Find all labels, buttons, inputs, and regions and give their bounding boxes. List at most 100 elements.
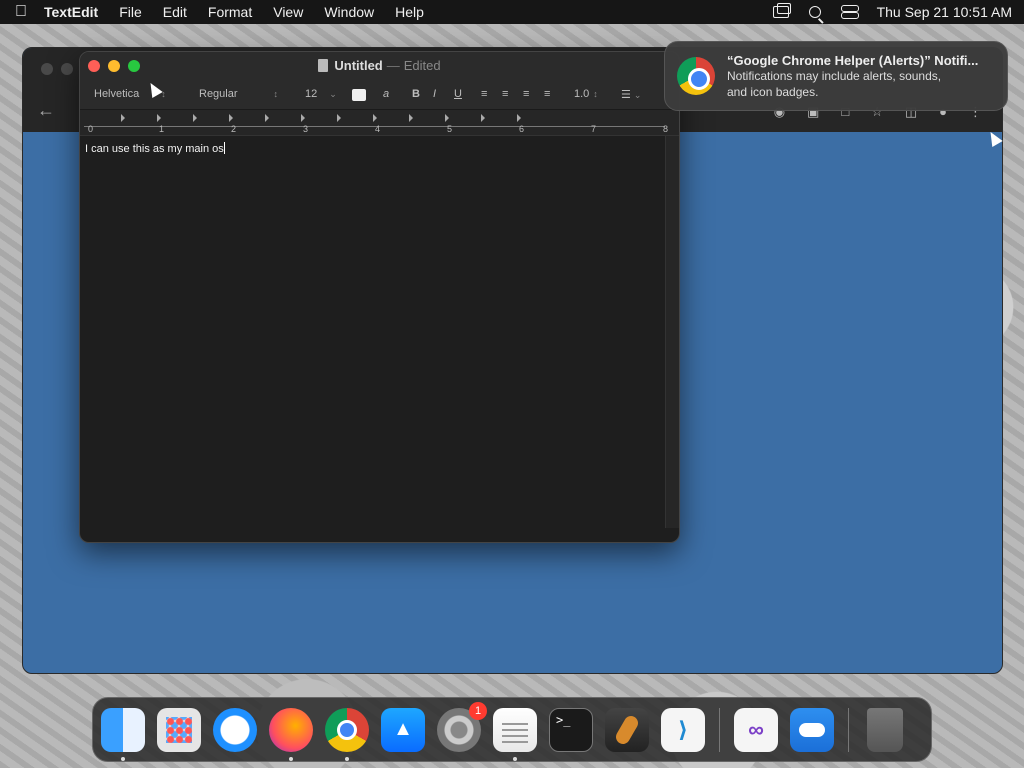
- vscode-glyph: ⟩: [677, 716, 689, 742]
- control-center-icon[interactable]: [840, 5, 859, 19]
- dock-separator: [848, 707, 849, 752]
- screen-mirroring-icon[interactable]: [772, 3, 791, 18]
- tab-stop-marker[interactable]: [337, 114, 341, 122]
- line-spacing-select[interactable]: 1.0 ↕: [574, 88, 598, 100]
- tab-stop-marker[interactable]: [157, 114, 161, 122]
- menu-bar:  TextEdit File Edit Format View Window …: [0, 0, 1024, 24]
- menu-view[interactable]: View: [273, 4, 303, 20]
- align-justify-icon[interactable]: ≡: [544, 88, 550, 100]
- align-right-icon[interactable]: ≡: [523, 88, 529, 100]
- dock: ▲ 1 >_ ⟩ ∞: [92, 697, 932, 762]
- notification-title: “Google Chrome Helper (Alerts)” Notifi..…: [727, 52, 979, 68]
- document-icon: [318, 59, 329, 72]
- text-highlight-button[interactable]: a: [383, 88, 389, 100]
- dock-app-store-icon[interactable]: ▲: [381, 707, 425, 752]
- underline-button[interactable]: U: [454, 88, 462, 100]
- dock-visual-studio-icon[interactable]: ∞: [734, 707, 778, 752]
- chrome-minimize-button[interactable]: [61, 63, 73, 75]
- font-size-chevron-icon: ⌄: [329, 89, 337, 99]
- font-size-value: 12: [305, 88, 318, 100]
- menu-help[interactable]: Help: [395, 4, 424, 20]
- vertical-scrollbar[interactable]: [665, 136, 679, 528]
- tab-stop-marker[interactable]: [445, 114, 449, 122]
- tab-stop-marker[interactable]: [481, 114, 485, 122]
- document-content: I can use this as my main os: [85, 143, 224, 155]
- title-separator: —: [386, 58, 400, 73]
- font-style-chevron-icon: ↕: [273, 89, 279, 99]
- back-arrow-icon[interactable]: ←: [37, 100, 55, 121]
- tab-stop-marker[interactable]: [121, 114, 125, 122]
- textedit-window: Untitled — Edited Helvetica ↕ Regular ↕ 12 ⌄ …: [79, 51, 680, 543]
- dock-weather-icon[interactable]: [790, 707, 834, 752]
- notification-badge: 1: [469, 701, 487, 720]
- align-left-icon[interactable]: ≡: [481, 88, 487, 100]
- list-bullets-icon[interactable]: ☰ ⌄: [621, 88, 641, 101]
- dock-separator: [719, 707, 720, 752]
- italic-button[interactable]: I: [433, 88, 436, 100]
- menu-app-name[interactable]: TextEdit: [44, 4, 98, 20]
- menu-file[interactable]: File: [119, 4, 142, 20]
- bold-button[interactable]: B: [412, 88, 420, 100]
- line-spacing-chevron-icon: ↕: [593, 89, 598, 99]
- ruler-mark: 4: [375, 124, 381, 134]
- menubar-clock[interactable]: Thu Sep 21 10:51 AM: [877, 4, 1012, 20]
- ruler[interactable]: 0 1 2 3 4 5 6 7 8: [80, 110, 679, 136]
- dock-chrome-icon[interactable]: [325, 707, 369, 761]
- font-family-value: Helvetica: [94, 88, 140, 100]
- text-caret: [223, 142, 225, 154]
- dock-vscode-icon[interactable]: ⟩: [661, 707, 705, 752]
- dock-textedit-icon[interactable]: [493, 707, 537, 761]
- notification-text: “Google Chrome Helper (Alerts)” Notifi..…: [727, 53, 978, 100]
- spotlight-search-icon[interactable]: [808, 6, 821, 18]
- vstudio-glyph: ∞: [748, 716, 764, 742]
- apple-menu-icon[interactable]: : [12, 3, 30, 21]
- font-size-select[interactable]: 12 ⌄: [305, 88, 337, 100]
- tab-stop-marker[interactable]: [265, 114, 269, 122]
- font-style-select[interactable]: Regular ↕: [199, 88, 278, 100]
- ruler-mark: 7: [591, 124, 597, 134]
- dock-system-settings-icon[interactable]: 1: [437, 701, 487, 752]
- tab-stop-marker[interactable]: [193, 114, 197, 122]
- tab-stop-marker[interactable]: [301, 114, 305, 122]
- font-style-value: Regular: [199, 88, 238, 100]
- ruler-mark: 5: [447, 124, 453, 134]
- menu-format[interactable]: Format: [208, 4, 252, 20]
- dock-garageband-icon[interactable]: [605, 707, 649, 752]
- chrome-logo-icon: [677, 57, 715, 95]
- tab-stop-marker[interactable]: [409, 114, 413, 122]
- textedit-titlebar[interactable]: Untitled — Edited: [80, 52, 679, 80]
- window-title: Untitled — Edited: [80, 58, 679, 73]
- tab-stop-marker[interactable]: [517, 114, 521, 122]
- format-toolbar: Helvetica ↕ Regular ↕ 12 ⌄ a B I U ≡ ≡ ≡ ≡ …: [80, 80, 679, 110]
- menu-window[interactable]: Window: [324, 4, 374, 20]
- menu-edit[interactable]: Edit: [163, 4, 187, 20]
- running-indicator: [121, 756, 125, 761]
- ruler-mark: 8: [663, 124, 669, 134]
- document-text[interactable]: I can use this as my main os: [85, 142, 225, 155]
- ruler-mark: 1: [159, 124, 165, 134]
- dock-terminal-icon[interactable]: >_: [549, 707, 593, 752]
- dock-trash-icon[interactable]: [867, 707, 903, 752]
- notification-body-line1: Notifications may include alerts, sounds…: [727, 68, 942, 83]
- ruler-mark: 0: [88, 124, 94, 134]
- ruler-mark: 3: [303, 124, 309, 134]
- tab-stop-marker[interactable]: [373, 114, 377, 122]
- tab-stop-marker[interactable]: [229, 114, 233, 122]
- dock-finder-icon[interactable]: [101, 707, 145, 761]
- notification-banner[interactable]: “Google Chrome Helper (Alerts)” Notifi..…: [664, 41, 1008, 111]
- dock-launchpad-icon[interactable]: [157, 707, 201, 752]
- line-spacing-value: 1.0: [574, 88, 590, 100]
- dock-firefox-icon[interactable]: [269, 707, 313, 761]
- running-indicator: [289, 756, 293, 761]
- running-indicator: [513, 756, 517, 761]
- edited-status: Edited: [403, 58, 441, 73]
- terminal-prompt-glyph: >_: [556, 712, 571, 727]
- dock-safari-icon[interactable]: [213, 707, 257, 752]
- chrome-close-button[interactable]: [41, 63, 53, 75]
- align-center-icon[interactable]: ≡: [502, 88, 508, 100]
- ruler-mark: 6: [519, 124, 525, 134]
- ruler-mark: 2: [231, 124, 237, 134]
- document-text-area[interactable]: I can use this as my main os: [80, 136, 665, 528]
- text-color-well[interactable]: [352, 89, 366, 101]
- running-indicator: [345, 756, 349, 761]
